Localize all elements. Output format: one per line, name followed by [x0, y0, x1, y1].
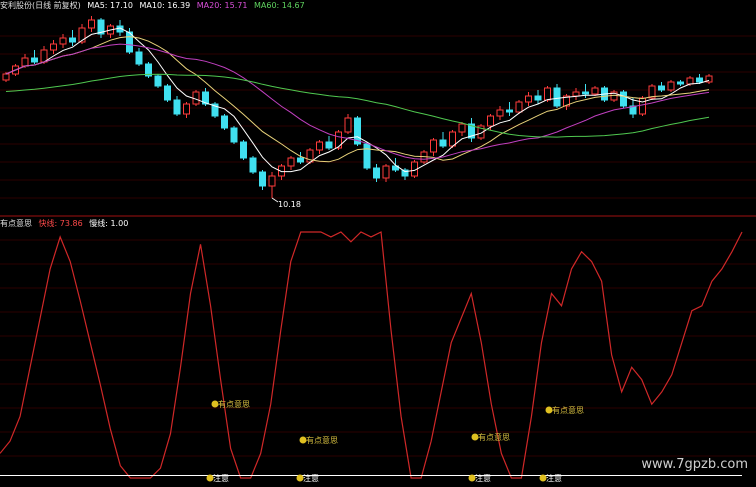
candle-body — [230, 127, 238, 143]
candle-body — [430, 139, 437, 153]
candle-body — [135, 51, 143, 65]
signal-label: 有点意思 — [552, 405, 584, 415]
sub-legend: 有点意思 快线: 73.86 慢线: 1.00 — [0, 219, 132, 229]
candle-body — [639, 97, 646, 115]
candle-body — [696, 77, 703, 83]
bottom-marker-label: 注意 — [475, 473, 491, 483]
candle-body — [69, 37, 76, 43]
candle-body — [449, 131, 456, 147]
candle-body — [553, 87, 561, 107]
candle-body — [173, 99, 181, 115]
stock-title: 安利股份(日线 前复权) — [0, 1, 81, 10]
candle-body — [240, 141, 247, 159]
candle-body — [268, 175, 276, 187]
candle-body — [164, 85, 171, 101]
candle-body — [249, 157, 257, 173]
ma20-label: MA20: 15.71 — [196, 1, 248, 10]
candle-body — [620, 91, 627, 107]
candle-body — [487, 115, 494, 127]
candle-body — [591, 87, 599, 95]
candle-body — [572, 91, 580, 97]
candle-body — [21, 57, 29, 67]
candle-body — [2, 73, 10, 81]
slow-line-label: 慢线: 1.00 — [89, 219, 129, 228]
candle-body — [373, 167, 380, 179]
candle-body — [458, 123, 466, 133]
candle-body — [658, 85, 665, 91]
bottom-marker-label: 注意 — [546, 473, 562, 483]
candle-body — [677, 81, 684, 85]
ma5-label: MA5: 17.10 — [87, 1, 133, 10]
candle-body — [344, 117, 352, 133]
candle-body — [439, 139, 447, 147]
bottom-marker-label: 注意 — [303, 473, 319, 483]
candle-body — [382, 165, 390, 179]
stock-chart: 10.18 有点意思有点意思 有点意思有点意思注意 注意 注意 注意 — [0, 16, 756, 483]
candle-body — [325, 141, 333, 149]
ma10-label: MA10: 16.39 — [139, 1, 191, 10]
candle-body — [88, 19, 95, 29]
candle-body — [496, 109, 504, 117]
candle-body — [506, 109, 513, 113]
candle-body — [686, 77, 694, 85]
signal-label: 有点意思 — [306, 435, 338, 445]
candle-body — [259, 171, 266, 187]
candle-body — [534, 95, 542, 101]
signal-label: 有点意思 — [478, 432, 510, 442]
candle-body — [335, 131, 342, 149]
low-price-label: 10.18 — [278, 200, 301, 209]
fast-line — [0, 231, 743, 479]
candle-body — [287, 157, 295, 167]
candle-body — [59, 37, 67, 45]
candle-body — [582, 91, 589, 95]
candle-body — [31, 57, 38, 63]
candlestick-series — [2, 16, 713, 198]
signal-label: 有点意思 — [218, 399, 250, 409]
candle-body — [667, 81, 675, 91]
candle-body — [544, 87, 551, 101]
ma60-label: MA60: 14.67 — [254, 1, 305, 10]
candle-body — [154, 75, 162, 87]
main-legend: 安利股份(日线 前复权) MA5: 17.10 MA10: 16.39 MA20… — [0, 1, 309, 11]
candle-body — [221, 115, 228, 129]
candle-body — [183, 103, 190, 115]
price-markers: 10.18 — [271, 197, 301, 209]
candle-body — [525, 95, 532, 103]
watermark: www.7gpzb.com — [641, 457, 748, 472]
candle-body — [515, 101, 523, 113]
indicator-title: 有点意思 — [0, 219, 32, 228]
bottom-marker-label: 注意 — [213, 473, 229, 483]
fast-line-label: 快线: 73.86 — [38, 219, 83, 228]
candle-body — [297, 157, 304, 163]
oscillator-series — [0, 231, 743, 479]
candle-body — [50, 43, 57, 51]
candle-body — [316, 141, 323, 151]
candle-body — [363, 143, 371, 169]
